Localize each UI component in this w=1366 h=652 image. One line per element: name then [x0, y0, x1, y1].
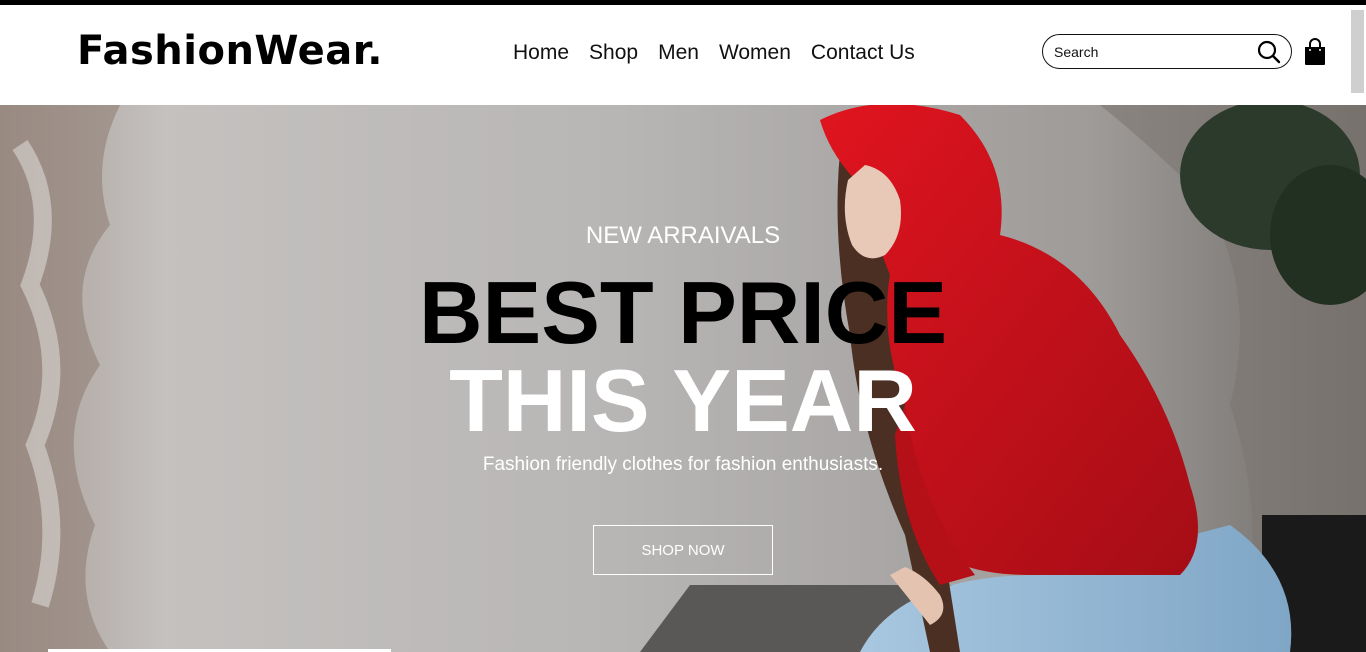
nav-contact-us[interactable]: Contact Us — [811, 41, 915, 65]
shop-now-button[interactable]: SHOP NOW — [593, 525, 773, 575]
nav-shop[interactable]: Shop — [589, 41, 638, 65]
nav-women[interactable]: Women — [719, 41, 791, 65]
scrollbar-thumb[interactable] — [1351, 10, 1364, 93]
search-input[interactable] — [1054, 42, 1249, 62]
hero-headline-line2: THIS YEAR — [449, 351, 917, 450]
hero-eyebrow: NEW ARRAIVALS — [585, 222, 781, 249]
main-nav: Home Shop Men Women Contact Us — [503, 41, 925, 65]
shopping-bag-icon[interactable] — [1304, 38, 1326, 66]
hero-banner: NEW ARRAIVALS BEST PRICE THIS YEAR Fashi… — [0, 105, 1366, 652]
site-header: FashionWear. Home Shop Men Women Contact… — [0, 5, 1366, 105]
hero-tagline: Fashion friendly clothes for fashion ent… — [482, 454, 884, 475]
brand-logo[interactable]: FashionWear. — [77, 28, 383, 74]
nav-men[interactable]: Men — [658, 41, 699, 65]
hero-content: NEW ARRAIVALS BEST PRICE THIS YEAR Fashi… — [0, 105, 1366, 652]
hero-headline-line1: BEST PRICE — [418, 263, 948, 362]
nav-home[interactable]: Home — [513, 41, 569, 65]
search-box — [1042, 34, 1292, 69]
search-icon[interactable] — [1257, 40, 1281, 64]
